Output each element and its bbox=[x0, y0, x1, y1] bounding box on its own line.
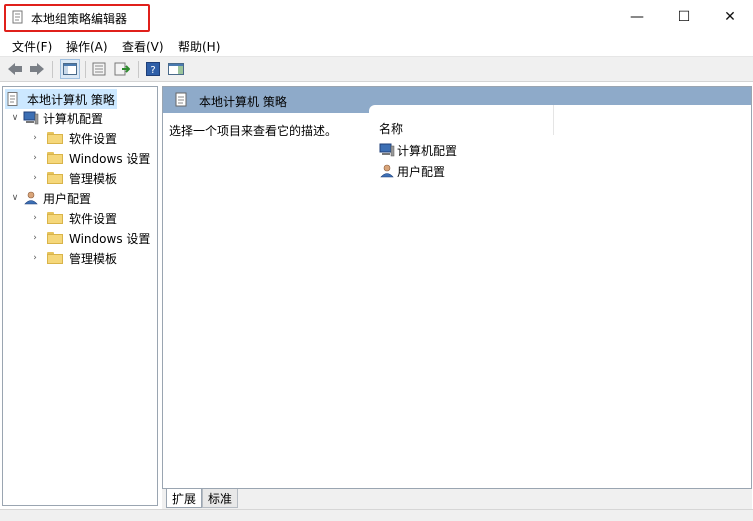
tree-pane: 本地计算机 策略 ∨ 计算机配置 › 软件设置 › Windows 设置 › 管… bbox=[2, 86, 158, 506]
folder-icon bbox=[47, 252, 63, 264]
toolbar-separator bbox=[85, 61, 86, 78]
forward-button[interactable] bbox=[28, 60, 46, 78]
tree-item-label: 管理模板 bbox=[69, 171, 118, 186]
policy-document-icon bbox=[7, 92, 18, 106]
user-icon bbox=[380, 164, 394, 178]
tree-item-admin-templates[interactable]: › 管理模板 bbox=[29, 248, 117, 268]
column-header-label: 名称 bbox=[379, 122, 404, 136]
window-title: 本地组策略编辑器 bbox=[31, 12, 128, 26]
folder-icon bbox=[47, 172, 63, 184]
column-header-name[interactable]: 名称 bbox=[369, 105, 554, 136]
show-action-pane-button[interactable] bbox=[167, 60, 185, 78]
list-item-computer-config[interactable]: 计算机配置 bbox=[379, 140, 457, 160]
description-text: 选择一个项目来查看它的描述。 bbox=[169, 124, 338, 138]
tree-item-label: Windows 设置 bbox=[69, 231, 151, 246]
help-button[interactable]: ? bbox=[144, 60, 162, 78]
export-list-icon bbox=[114, 62, 130, 76]
list-item-user-config[interactable]: 用户配置 bbox=[379, 161, 445, 181]
tree-root-label: 本地计算机 策略 bbox=[27, 92, 115, 107]
tree-item-label: 用户配置 bbox=[43, 191, 92, 206]
minimize-icon: — bbox=[630, 9, 644, 25]
tree-item-label: 计算机配置 bbox=[43, 111, 104, 126]
tree-item-computer-config[interactable]: ∨ 计算机配置 bbox=[9, 108, 103, 128]
tree-root-item[interactable]: 本地计算机 策略 bbox=[5, 89, 117, 109]
show-hide-tree-icon bbox=[63, 63, 77, 75]
description-area: 选择一个项目来查看它的描述。 bbox=[163, 113, 369, 488]
details-pane: 本地计算机 策略 选择一个项目来查看它的描述。 名称 计算机配置 用户配置 bbox=[162, 86, 752, 489]
menu-view[interactable]: 查看(V) bbox=[122, 38, 164, 55]
back-arrow-icon bbox=[8, 63, 22, 75]
toolbar: ? bbox=[0, 56, 753, 82]
close-icon: ✕ bbox=[724, 9, 736, 25]
tree-item-label: 软件设置 bbox=[69, 211, 118, 226]
list-item-label: 用户配置 bbox=[397, 164, 446, 179]
title-bar: 本地组策略编辑器 — ☐ ✕ bbox=[0, 0, 753, 34]
tree-item-user-config[interactable]: ∨ 用户配置 bbox=[9, 188, 91, 208]
status-bar bbox=[0, 509, 753, 521]
tree-item-label: 管理模板 bbox=[69, 251, 118, 266]
details-title: 本地计算机 策略 bbox=[199, 95, 287, 109]
tree-item-windows-settings[interactable]: › Windows 设置 bbox=[29, 228, 150, 248]
tree-item-label: 软件设置 bbox=[69, 131, 118, 146]
folder-icon bbox=[47, 212, 63, 224]
menu-bar: 文件(F) 操作(A) 查看(V) 帮助(H) bbox=[0, 34, 753, 56]
show-action-pane-icon bbox=[168, 63, 184, 75]
maximize-button[interactable]: ☐ bbox=[661, 0, 707, 34]
chevron-down-icon[interactable]: ∨ bbox=[9, 112, 21, 124]
tree-item-software-settings[interactable]: › 软件设置 bbox=[29, 128, 117, 148]
minimize-button[interactable]: — bbox=[614, 0, 660, 34]
chevron-right-icon[interactable]: › bbox=[29, 252, 41, 264]
properties-icon bbox=[92, 62, 106, 76]
svg-text:?: ? bbox=[150, 65, 155, 76]
list-item-label: 计算机配置 bbox=[397, 143, 458, 158]
folder-icon bbox=[47, 152, 63, 164]
tree-item-label: Windows 设置 bbox=[69, 151, 151, 166]
menu-file[interactable]: 文件(F) bbox=[12, 38, 52, 55]
tree-item-admin-templates[interactable]: › 管理模板 bbox=[29, 168, 117, 188]
folder-icon bbox=[47, 232, 63, 244]
tab-label: 扩展 bbox=[171, 491, 196, 506]
tab-label: 标准 bbox=[207, 491, 232, 506]
computer-icon bbox=[23, 111, 39, 125]
forward-arrow-icon bbox=[30, 63, 44, 75]
chevron-right-icon[interactable]: › bbox=[29, 212, 41, 224]
menu-help[interactable]: 帮助(H) bbox=[178, 38, 220, 55]
back-button[interactable] bbox=[6, 60, 24, 78]
chevron-right-icon[interactable]: › bbox=[29, 232, 41, 244]
properties-button[interactable] bbox=[90, 60, 108, 78]
menu-action[interactable]: 操作(A) bbox=[66, 38, 108, 55]
toolbar-separator bbox=[52, 61, 53, 78]
computer-icon bbox=[379, 143, 395, 157]
app-window: 本地组策略编辑器 — ☐ ✕ 文件(F) 操作(A) 查看(V) 帮助(H) ?… bbox=[0, 0, 753, 521]
chevron-right-icon[interactable]: › bbox=[29, 152, 41, 164]
folder-icon bbox=[47, 132, 63, 144]
close-button[interactable]: ✕ bbox=[707, 0, 753, 34]
policy-document-icon bbox=[12, 10, 23, 24]
view-tabs: 扩展 标准 bbox=[162, 489, 752, 509]
tab-extended[interactable]: 扩展 bbox=[166, 489, 202, 508]
show-hide-tree-button[interactable] bbox=[60, 59, 80, 79]
tree-item-windows-settings[interactable]: › Windows 设置 bbox=[29, 148, 150, 168]
chevron-right-icon[interactable]: › bbox=[29, 172, 41, 184]
tree-item-software-settings[interactable]: › 软件设置 bbox=[29, 208, 117, 228]
items-list: 名称 计算机配置 用户配置 bbox=[369, 105, 751, 488]
help-icon: ? bbox=[146, 62, 160, 76]
tab-standard[interactable]: 标准 bbox=[202, 489, 238, 508]
maximize-icon: ☐ bbox=[677, 9, 691, 25]
user-icon bbox=[24, 191, 38, 205]
export-list-button[interactable] bbox=[113, 60, 131, 78]
toolbar-separator bbox=[138, 61, 139, 78]
chevron-right-icon[interactable]: › bbox=[29, 132, 41, 144]
policy-document-icon bbox=[175, 92, 187, 107]
chevron-down-icon[interactable]: ∨ bbox=[9, 192, 21, 204]
